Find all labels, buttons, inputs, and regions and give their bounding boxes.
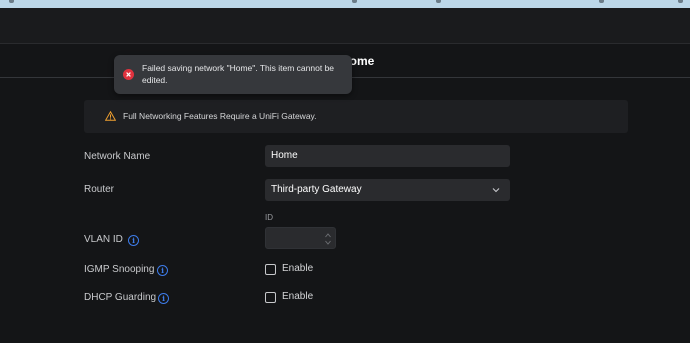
router-label: Router [84, 184, 115, 195]
router-select-value: Third-party Gateway [271, 184, 362, 195]
info-icon[interactable]: i [157, 265, 168, 276]
info-icon[interactable]: i [158, 293, 169, 304]
igmp-snooping-enable-label[interactable]: Enable [282, 263, 313, 274]
browser-dot [352, 0, 357, 3]
gateway-warning-banner: Full Networking Features Require a UniFi… [84, 100, 628, 133]
dhcp-guarding-checkbox[interactable] [265, 292, 276, 303]
spin-up-icon[interactable] [325, 233, 331, 238]
network-name-input[interactable]: Home [265, 145, 510, 167]
dhcp-guarding-label: DHCP Guarding [84, 292, 157, 303]
vlan-id-label: VLAN ID [84, 234, 123, 245]
network-name-label: Network Name [84, 151, 151, 162]
error-icon [123, 69, 134, 80]
igmp-snooping-label: IGMP Snooping [84, 264, 155, 275]
vlan-id-caption: ID [265, 213, 273, 222]
banner-text: Full Networking Features Require a UniFi… [123, 111, 317, 121]
dhcp-guarding-enable-label[interactable]: Enable [282, 291, 313, 302]
browser-dot [436, 0, 441, 3]
spin-down-icon[interactable] [325, 240, 331, 245]
chevron-down-icon [492, 188, 500, 193]
error-toast[interactable]: Failed saving network "Home". This item … [114, 55, 352, 94]
igmp-snooping-checkbox[interactable] [265, 264, 276, 275]
app-header [0, 8, 690, 44]
browser-top-strip [0, 0, 690, 8]
info-icon[interactable]: i [128, 235, 139, 246]
vlan-id-input[interactable] [265, 227, 336, 249]
router-select[interactable]: Third-party Gateway [265, 179, 510, 201]
warning-icon [105, 111, 116, 121]
toast-message: Failed saving network "Home". This item … [142, 63, 335, 85]
browser-dot [9, 0, 14, 3]
browser-dot [678, 0, 683, 3]
app-window: ome Full Networking Features Require a U… [0, 0, 690, 343]
browser-dot [599, 0, 604, 3]
